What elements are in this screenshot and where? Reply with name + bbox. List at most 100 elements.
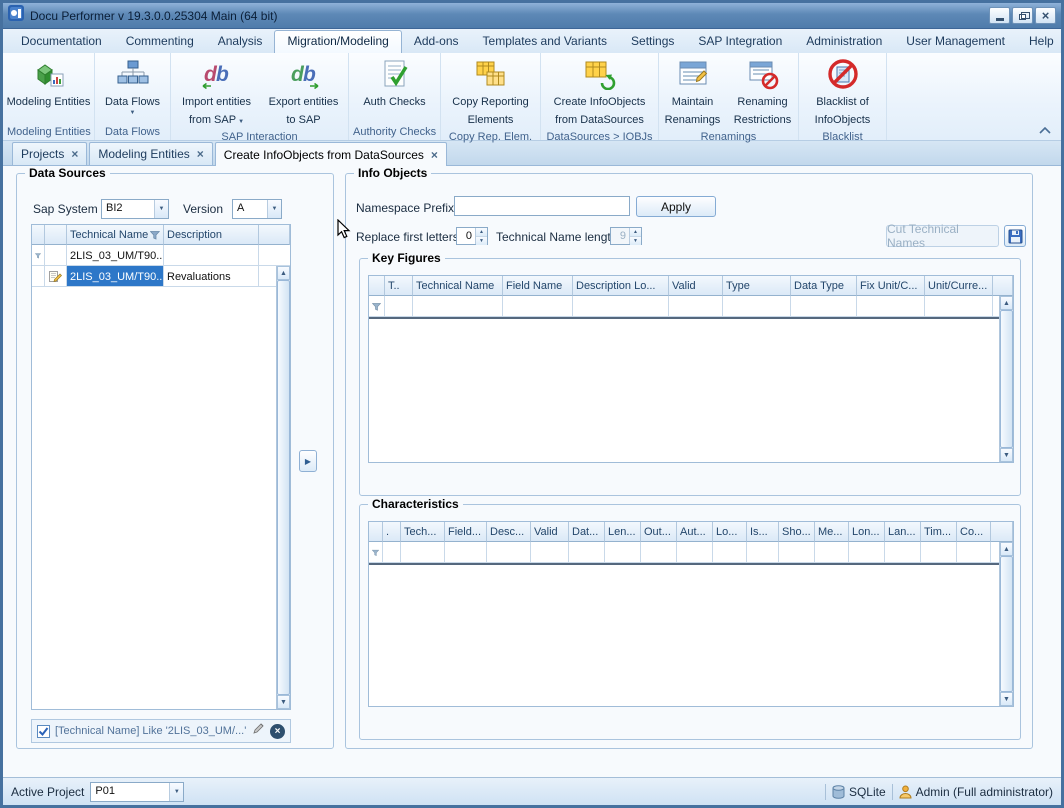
chevron-down-icon[interactable]: ▼: [267, 200, 281, 218]
filter-cell[interactable]: [925, 296, 993, 317]
sap-system-combo[interactable]: BI2 ▼: [101, 199, 169, 219]
column-header[interactable]: Out...: [641, 522, 677, 542]
column-header[interactable]: .: [383, 522, 401, 542]
column-header[interactable]: Fix Unit/C...: [857, 276, 925, 296]
column-header[interactable]: Valid: [531, 522, 569, 542]
filter-cell[interactable]: [857, 296, 925, 317]
column-header-technical-name[interactable]: Technical Name: [67, 225, 164, 245]
filter-cell[interactable]: [815, 542, 849, 563]
column-header[interactable]: Desc...: [487, 522, 531, 542]
cut-technical-names-button[interactable]: Cut Technical Names: [886, 225, 999, 247]
scroll-up-icon[interactable]: ▲: [277, 266, 290, 280]
menu-user-management[interactable]: User Management: [894, 30, 1017, 53]
restore-button[interactable]: [1012, 7, 1033, 24]
menu-migration-modeling[interactable]: Migration/Modeling: [274, 30, 401, 53]
modeling-entities-button[interactable]: Modeling Entities: [5, 56, 93, 112]
column-header[interactable]: Me...: [815, 522, 849, 542]
filter-cell[interactable]: [779, 542, 815, 563]
scroll-up-icon[interactable]: ▲: [1000, 542, 1013, 556]
import-entities-button[interactable]: db Import entities from SAP▼: [174, 56, 260, 130]
filter-cell[interactable]: [723, 296, 791, 317]
vertical-scrollbar[interactable]: ▲ ▼: [276, 266, 290, 709]
column-header[interactable]: Dat...: [569, 522, 605, 542]
scroll-down-icon[interactable]: ▼: [1000, 448, 1013, 462]
edit-filter-icon[interactable]: [252, 722, 265, 740]
namespace-prefix-input[interactable]: [454, 196, 630, 216]
spinner-up-icon[interactable]: ▲: [630, 228, 641, 237]
tab-modeling-entities[interactable]: Modeling Entities ×: [89, 142, 212, 165]
filter-cell[interactable]: [641, 542, 677, 563]
grid-cell-description[interactable]: Revaluations: [164, 266, 259, 287]
menu-add-ons[interactable]: Add-ons: [402, 30, 471, 53]
chevron-down-icon[interactable]: ▼: [154, 200, 168, 218]
spinner-down-icon[interactable]: ▼: [630, 237, 641, 245]
title-bar[interactable]: Docu Performer v 19.3.0.0.25304 Main (64…: [3, 3, 1061, 29]
filter-cell-description[interactable]: [164, 245, 259, 266]
filter-cell[interactable]: [713, 542, 747, 563]
column-header[interactable]: Lon...: [849, 522, 885, 542]
tab-create-infoobjects[interactable]: Create InfoObjects from DataSources ×: [215, 142, 447, 166]
menu-administration[interactable]: Administration: [794, 30, 894, 53]
expand-arrow-button[interactable]: ▶: [299, 450, 317, 472]
tab-close-icon[interactable]: ×: [197, 149, 204, 159]
menu-templates-variants[interactable]: Templates and Variants: [471, 30, 620, 53]
export-entities-button[interactable]: db Export entities to SAP: [262, 56, 346, 130]
column-header[interactable]: Lan...: [885, 522, 921, 542]
filter-cell[interactable]: [383, 542, 401, 563]
filter-cell[interactable]: [849, 542, 885, 563]
scroll-thumb[interactable]: [1000, 310, 1013, 448]
technical-name-length-spinner[interactable]: 9 ▲ ▼: [610, 227, 642, 245]
filter-cell[interactable]: [445, 542, 487, 563]
scroll-thumb[interactable]: [277, 280, 290, 695]
column-header[interactable]: Sho...: [779, 522, 815, 542]
filter-cell[interactable]: [669, 296, 723, 317]
scroll-up-icon[interactable]: ▲: [1000, 296, 1013, 310]
column-header[interactable]: Technical Name: [413, 276, 503, 296]
filter-cell[interactable]: [791, 296, 857, 317]
menu-sap-integration[interactable]: SAP Integration: [686, 30, 794, 53]
close-button[interactable]: ×: [1035, 7, 1056, 24]
filter-cell[interactable]: [401, 542, 445, 563]
column-header[interactable]: Data Type: [791, 276, 857, 296]
data-flows-button[interactable]: Data Flows▼: [103, 56, 162, 119]
column-header[interactable]: Len...: [605, 522, 641, 542]
column-header[interactable]: Valid: [669, 276, 723, 296]
auth-checks-button[interactable]: Auth Checks: [361, 56, 427, 112]
filter-cell[interactable]: [531, 542, 569, 563]
minimize-button[interactable]: [989, 7, 1010, 24]
vertical-scrollbar[interactable]: ▲ ▼: [999, 296, 1013, 462]
menu-documentation[interactable]: Documentation: [9, 30, 114, 53]
filter-cell[interactable]: [487, 542, 531, 563]
blacklist-infoobjects-button[interactable]: Blacklist of InfoObjects: [799, 56, 886, 130]
scroll-down-icon[interactable]: ▼: [277, 695, 290, 709]
menu-settings[interactable]: Settings: [619, 30, 686, 53]
spinner-up-icon[interactable]: ▲: [476, 228, 487, 237]
clear-filter-icon[interactable]: ×: [270, 724, 285, 739]
filter-cell[interactable]: [747, 542, 779, 563]
apply-button[interactable]: Apply: [636, 196, 716, 217]
filter-cell[interactable]: [45, 245, 67, 266]
create-infoobjects-button[interactable]: Create InfoObjects from DataSources: [541, 56, 658, 130]
active-project-combo[interactable]: P01 ▼: [90, 782, 184, 802]
column-header[interactable]: Is...: [747, 522, 779, 542]
spinner-down-icon[interactable]: ▼: [476, 237, 487, 245]
column-header[interactable]: Unit/Curre...: [925, 276, 993, 296]
filter-cell[interactable]: [957, 542, 991, 563]
tab-projects[interactable]: Projects ×: [12, 142, 87, 165]
filter-cell[interactable]: [921, 542, 957, 563]
column-header[interactable]: Aut...: [677, 522, 713, 542]
column-header[interactable]: Description Lo...: [573, 276, 669, 296]
column-header[interactable]: Tim...: [921, 522, 957, 542]
filter-cell-technical-name[interactable]: 2LIS_03_UM/T90...: [67, 245, 164, 266]
column-header-description[interactable]: Description: [164, 225, 259, 245]
scroll-thumb[interactable]: [1000, 556, 1013, 692]
menu-help[interactable]: Help: [1017, 30, 1064, 53]
row-indicator-cell[interactable]: [32, 266, 45, 287]
version-combo[interactable]: A ▼: [232, 199, 282, 219]
tab-close-icon[interactable]: ×: [431, 150, 438, 160]
collapse-ribbon-button[interactable]: [1037, 124, 1053, 137]
menu-analysis[interactable]: Analysis: [206, 30, 275, 53]
filter-cell[interactable]: [605, 542, 641, 563]
tab-close-icon[interactable]: ×: [71, 149, 78, 159]
copy-reporting-elements-button[interactable]: Copy Reporting Elements: [441, 56, 540, 130]
